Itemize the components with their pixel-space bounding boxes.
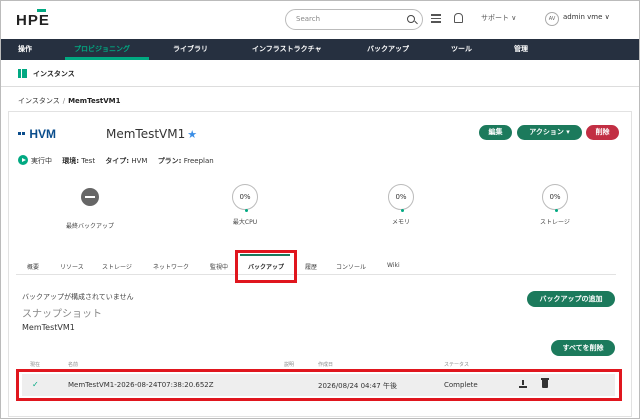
cpu-gauge: 0% <box>232 184 258 212</box>
logo-text: HPE <box>16 12 50 29</box>
sub-header: インスタンス <box>1 60 639 87</box>
hvm-logo-text: HVM <box>29 127 57 141</box>
storage-gauge: 0% <box>542 184 568 212</box>
instance-status: 実行中 環境: Test タイプ: HVM プラン: Freeplan <box>18 155 214 166</box>
nav-item-infrastructure[interactable]: インフラストラクチャ <box>252 39 322 60</box>
star-icon[interactable]: ★ <box>187 128 197 141</box>
sub-header-title: インスタンス <box>33 70 75 78</box>
tab-summary[interactable]: 概要 <box>27 262 39 271</box>
storage-value: 0% <box>549 193 561 201</box>
stat-label: 最大CPU <box>232 219 258 226</box>
cpu-value: 0% <box>239 193 251 201</box>
col-name[interactable]: 名前 <box>68 361 78 368</box>
type-label: タイプ: <box>105 157 130 165</box>
hpe-logo[interactable]: HPE <box>16 9 50 29</box>
bell-icon[interactable] <box>454 13 463 23</box>
plan-label: プラン: <box>157 157 182 165</box>
env-value: Test <box>81 157 96 165</box>
hvm-logo: HVM <box>18 127 56 141</box>
tab-monitoring[interactable]: 監視中 <box>210 262 228 271</box>
env-label: 環境: <box>62 157 80 165</box>
stat-cpu: 0% 最大CPU <box>205 184 285 226</box>
tab-console[interactable]: コンソール <box>336 262 366 271</box>
main-nav: 操作 プロビジョニング ライブラリ インフラストラクチャ バックアップ ツール … <box>1 39 639 60</box>
add-backup-button[interactable]: バックアップの追加 <box>527 291 615 307</box>
nav-item-operations[interactable]: 操作 <box>18 39 32 60</box>
highlight-snapshot-row <box>16 369 622 401</box>
status-state: 実行中 <box>31 157 52 165</box>
plan-value: Freeplan <box>183 157 214 165</box>
breadcrumb-current: MemTestVM1 <box>68 97 121 105</box>
running-icon <box>18 155 28 165</box>
actions-button[interactable]: アクション ▾ <box>517 125 582 140</box>
nav-item-backup[interactable]: バックアップ <box>367 39 409 60</box>
edit-button[interactable]: 編集 <box>479 125 512 140</box>
snapshot-table-header: 現在 名前 説明 作成日 ステータス <box>22 361 617 369</box>
highlight-backup-tab <box>235 250 297 283</box>
breadcrumb-instances[interactable]: インスタンス <box>18 97 60 105</box>
tab-wiki[interactable]: Wiki <box>387 262 400 269</box>
search-icon[interactable] <box>407 15 415 23</box>
snapshot-title: スナップショット <box>22 309 102 320</box>
breadcrumb-separator: / <box>62 97 66 105</box>
tab-resources[interactable]: リソース <box>60 262 84 271</box>
instance-tabs: 概要 リソース ストレージ ネットワーク 監視中 バックアップ 履歴 コンソール… <box>16 255 616 275</box>
support-menu[interactable]: サポート ∨ <box>481 13 516 23</box>
col-created[interactable]: 作成日 <box>318 361 333 368</box>
snapshot-vm-name: MemTestVM1 <box>22 323 75 332</box>
stat-label: メモリ <box>391 219 410 226</box>
tab-network[interactable]: ネットワーク <box>153 262 189 271</box>
tab-history[interactable]: 履歴 <box>305 262 317 271</box>
nav-item-tools[interactable]: ツール <box>451 39 472 60</box>
search-placeholder: Search <box>296 15 321 23</box>
search-input[interactable]: Search <box>285 9 423 30</box>
page-title: MemTestVM1 ★ <box>106 127 197 141</box>
stat-label: 最終バックアップ <box>65 223 114 230</box>
list-icon[interactable] <box>431 14 441 24</box>
col-current[interactable]: 現在 <box>30 361 40 368</box>
user-menu[interactable]: admin vme ∨ <box>563 13 610 21</box>
memory-value: 0% <box>395 193 407 201</box>
top-bar: HPE Search サポート ∨ AV admin vme ∨ <box>1 1 639 39</box>
memory-gauge: 0% <box>388 184 414 212</box>
stat-storage: 0% ストレージ <box>515 184 595 226</box>
avatar[interactable]: AV <box>545 12 559 26</box>
no-backup-icon <box>81 188 99 206</box>
breadcrumb: インスタンス / MemTestVM1 <box>18 96 120 106</box>
stat-last-backup: 最終バックアップ <box>50 184 130 230</box>
delete-all-button[interactable]: すべてを削除 <box>551 340 615 356</box>
delete-button[interactable]: 削除 <box>586 125 619 140</box>
stat-memory: 0% メモリ <box>361 184 441 226</box>
type-value: HVM <box>131 157 148 165</box>
nav-item-admin[interactable]: 管理 <box>514 39 528 60</box>
instances-icon <box>18 69 27 78</box>
nav-item-library[interactable]: ライブラリ <box>173 39 208 60</box>
col-status[interactable]: ステータス <box>444 361 469 368</box>
tab-storage[interactable]: ストレージ <box>102 262 132 271</box>
stat-label: ストレージ <box>540 219 570 226</box>
col-description[interactable]: 説明 <box>284 361 294 368</box>
no-backup-message: バックアップが構成されていません <box>22 293 134 301</box>
vm-name-text: MemTestVM1 <box>106 127 186 141</box>
logo-bar <box>37 9 46 12</box>
